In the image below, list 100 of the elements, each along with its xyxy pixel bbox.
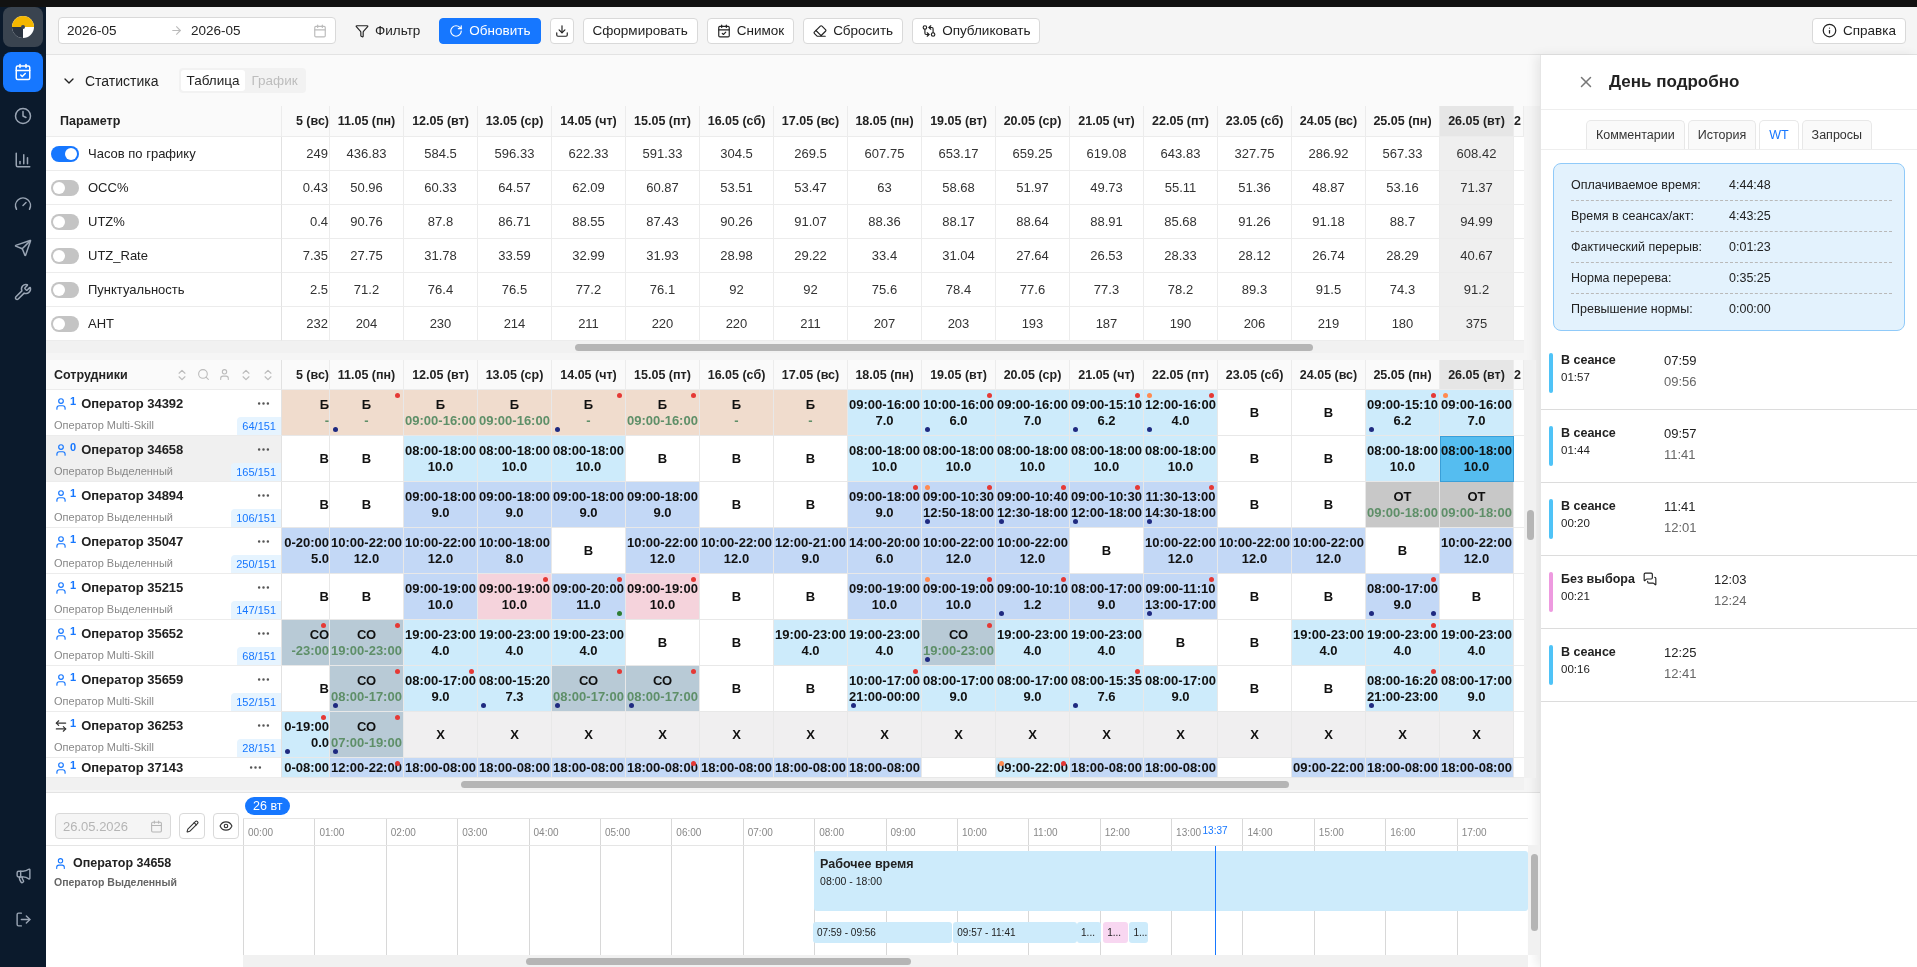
- schedule-cell[interactable]: 09:00-18:00 9.0: [848, 482, 922, 528]
- schedule-cell[interactable]: 19:00-23:00 4.0: [1070, 620, 1144, 666]
- schedule-cell[interactable]: 09:00-11:10 13:00-17:00: [1144, 574, 1218, 620]
- schedule-cell[interactable]: 08:00-15:20 7.3: [478, 666, 552, 712]
- schedule-cell[interactable]: СО -23:00: [282, 620, 330, 666]
- schedule-cell[interactable]: Х: [1440, 712, 1514, 758]
- schedule-cell[interactable]: В: [1218, 666, 1292, 712]
- schedule-cell[interactable]: 10:00-22:00 12.0: [1218, 528, 1292, 574]
- schedule-cell[interactable]: В: [282, 482, 330, 528]
- schedule-cell[interactable]: 08:00-18:00 10.0: [996, 436, 1070, 482]
- schedule-cell[interactable]: 10:00-22:00 12.0: [330, 528, 404, 574]
- schedule-cell[interactable]: 08:00-17:00 9.0: [922, 666, 996, 712]
- session-item[interactable]: В сеансе 01:44 09:57 11:41: [1541, 426, 1917, 483]
- schedule-cell[interactable]: 10:00-22:00 12.0: [626, 528, 700, 574]
- schedule-cell[interactable]: Х: [1292, 712, 1366, 758]
- schedule-cell[interactable]: 08:00-18:00 10.0: [1144, 436, 1218, 482]
- employee-cell[interactable]: $^{1}$ Оператор 34392 Оператор Multi-Skill 64/151: [46, 390, 282, 436]
- schedule-cell[interactable]: 09:00-20:00 11.0: [552, 574, 626, 620]
- session-item[interactable]: В сеансе 01:57 07:59 09:56: [1541, 353, 1917, 410]
- schedule-cell[interactable]: 09:00-19:00 10.0: [626, 574, 700, 620]
- schedule-cell[interactable]: В: [1366, 528, 1440, 574]
- logo[interactable]: [3, 7, 43, 47]
- schedule-cell[interactable]: 08:00-17:00 9.0: [996, 666, 1070, 712]
- schedule-cell[interactable]: 18:00-08:00: [478, 758, 552, 778]
- schedule-cell[interactable]: В: [1218, 574, 1292, 620]
- schedule-cell[interactable]: 18:00-08:00: [1070, 758, 1144, 778]
- toolbar-button[interactable]: Опубликовать: [912, 17, 1041, 44]
- schedule-cell[interactable]: В: [774, 482, 848, 528]
- schedule-cell[interactable]: 10:00-16:00 6.0: [922, 390, 996, 436]
- schedule-cell[interactable]: СО 07:00-19:00: [330, 712, 404, 758]
- session-item[interactable]: В сеансе 00:20 11:41 12:01: [1541, 499, 1917, 556]
- schedule-cell[interactable]: 12:00-22:00: [330, 758, 404, 778]
- schedule-cell[interactable]: 19:00-23:00 4.0: [1440, 620, 1514, 666]
- schedule-cell[interactable]: В: [774, 436, 848, 482]
- schedule-cell[interactable]: В: [1218, 620, 1292, 666]
- schedule-cell[interactable]: 09:00-18:00 9.0: [404, 482, 478, 528]
- panel-tab[interactable]: Запросы: [1801, 120, 1873, 149]
- schedule-cell[interactable]: 10:00-22:00 12.0: [1440, 528, 1514, 574]
- schedule-cell[interactable]: 08:00-17:00 9.0: [1070, 574, 1144, 620]
- schedule-cell[interactable]: Х: [478, 712, 552, 758]
- schedule-cell[interactable]: 08:00-18:00 10.0: [552, 436, 626, 482]
- schedule-cell[interactable]: В: [774, 574, 848, 620]
- schedule-cell[interactable]: 09:00-10:40 12:30-18:00: [996, 482, 1070, 528]
- schedule-cell[interactable]: Х: [774, 712, 848, 758]
- schedule-cell[interactable]: В: [774, 666, 848, 712]
- schedule-cell[interactable]: Б -: [552, 390, 626, 436]
- employee-cell[interactable]: $^{1}$ Оператор 37143: [46, 758, 282, 778]
- schedule-cell[interactable]: 09:00-18:00 9.0: [478, 482, 552, 528]
- schedule-cell[interactable]: 09:00-18:00 9.0: [552, 482, 626, 528]
- schedule-cell[interactable]: 18:00-08:00: [626, 758, 700, 778]
- schedule-cell[interactable]: СО 08:00-17:00: [330, 666, 404, 712]
- schedule-cell[interactable]: 18:00-08:00: [1366, 758, 1440, 778]
- schedule-cell[interactable]: 09:00-16:00 7.0: [996, 390, 1070, 436]
- schedule-cell[interactable]: В: [1218, 436, 1292, 482]
- schedule-cell[interactable]: 10:00-22:00 12.0: [996, 528, 1070, 574]
- schedule-cell[interactable]: В: [700, 436, 774, 482]
- employee-cell[interactable]: $^{1}$ Оператор 36253 Оператор Multi-Skill 28/151: [46, 712, 282, 758]
- schedule-cell[interactable]: 0-08:00: [282, 758, 330, 778]
- schedule-cell[interactable]: Х: [1070, 712, 1144, 758]
- schedule-cell[interactable]: 11:30-13:00 14:30-18:00: [1144, 482, 1218, 528]
- schedule-cell[interactable]: В: [1292, 390, 1366, 436]
- employee-cell[interactable]: $^{1}$ Оператор 35215 Оператор Выделенный 147/151: [46, 574, 282, 620]
- schedule-cell[interactable]: СО 19:00-23:00: [922, 620, 996, 666]
- schedule-cell[interactable]: 18:00-08:00: [404, 758, 478, 778]
- schedule-cell[interactable]: 0-19:00 0.0: [282, 712, 330, 758]
- toolbar-button[interactable]: Сформировать: [582, 17, 698, 44]
- schedule-cell[interactable]: 19:00-23:00 4.0: [996, 620, 1070, 666]
- schedule-cell[interactable]: [922, 758, 996, 778]
- schedule-cell[interactable]: 18:00-08:00: [1144, 758, 1218, 778]
- schedule-cell[interactable]: 0-20:00 5.0: [282, 528, 330, 574]
- schedule-cell[interactable]: 08:00-17:00 9.0: [1366, 574, 1440, 620]
- toggle-switch[interactable]: [51, 247, 79, 264]
- schedule-cell[interactable]: 08:00-15:35 7.6: [1070, 666, 1144, 712]
- schedule-cell[interactable]: В: [700, 482, 774, 528]
- schedule-cell[interactable]: 14:00-20:00 6.0: [848, 528, 922, 574]
- schedule-cell[interactable]: В: [1292, 436, 1366, 482]
- schedule-cell[interactable]: 09:00-22:00: [1292, 758, 1366, 778]
- schedule-cell[interactable]: 08:00-18:00 10.0: [404, 436, 478, 482]
- schedule-cell[interactable]: Х: [404, 712, 478, 758]
- schedule-cell[interactable]: Х: [1144, 712, 1218, 758]
- schedule-cell[interactable]: 10:00-17:00 21:00-00:00: [848, 666, 922, 712]
- schedule-cell[interactable]: 10:00-18:00 8.0: [478, 528, 552, 574]
- employee-cell[interactable]: $^{1}$ Оператор 35659 Оператор Multi-Skill 152/151: [46, 666, 282, 712]
- schedule-cell[interactable]: 08:00-18:00 10.0: [922, 436, 996, 482]
- schedule-cell[interactable]: 19:00-23:00 4.0: [552, 620, 626, 666]
- schedule-cell[interactable]: 09:00-18:00 9.0: [626, 482, 700, 528]
- schedule-cell[interactable]: 09:00-10:10 1.2: [996, 574, 1070, 620]
- schedule-cell[interactable]: СО 08:00-17:00: [626, 666, 700, 712]
- schedule-cell[interactable]: 09:00-19:00 10.0: [848, 574, 922, 620]
- schedule-cell[interactable]: 09:00-16:00 7.0: [848, 390, 922, 436]
- schedule-cell[interactable]: 10:00-22:00 12.0: [922, 528, 996, 574]
- toolbar-button[interactable]: Снимок: [706, 17, 795, 44]
- toggle-switch[interactable]: [51, 315, 79, 332]
- schedule-cell[interactable]: 09:00-16:00 7.0: [1440, 390, 1514, 436]
- schedule-cell[interactable]: Б 09:00-16:00: [626, 390, 700, 436]
- schedule-cell[interactable]: 10:00-22:00 12.0: [700, 528, 774, 574]
- schedule-cell[interactable]: В: [700, 666, 774, 712]
- schedule-cell[interactable]: 19:00-23:00 4.0: [478, 620, 552, 666]
- schedule-cell[interactable]: 09:00-10:30 12:50-18:00: [922, 482, 996, 528]
- schedule-cell[interactable]: В: [626, 620, 700, 666]
